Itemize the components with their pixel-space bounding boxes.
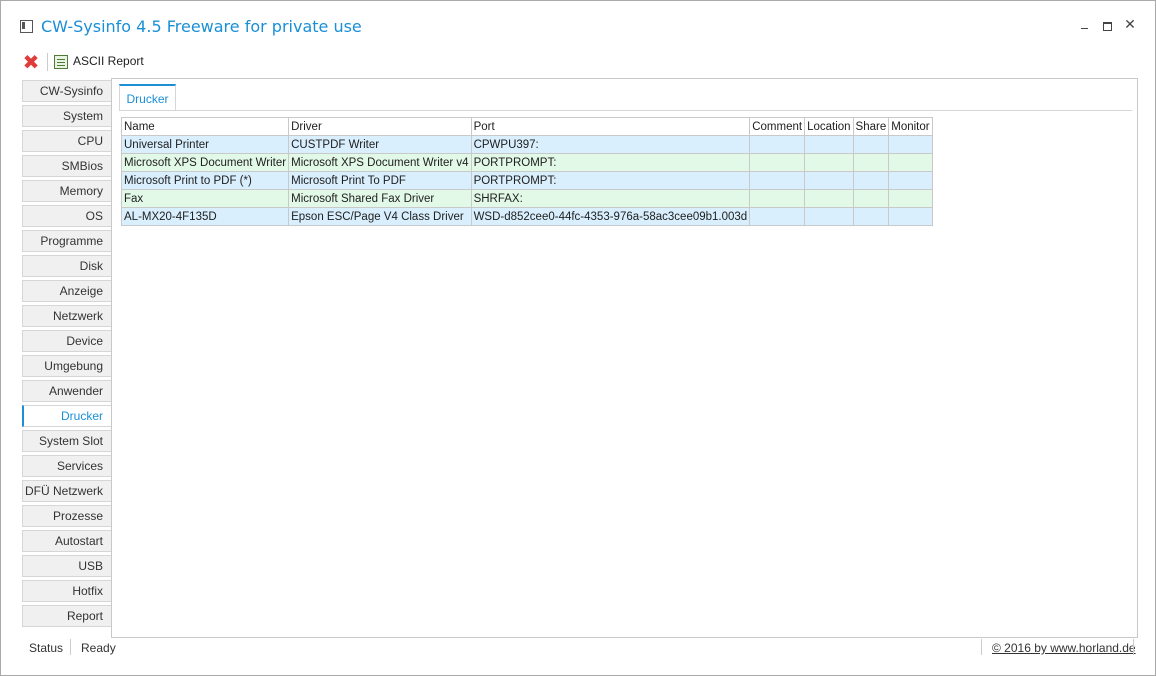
- table-cell: CPWPU397:: [470, 135, 751, 154]
- sidebar-item-anwender[interactable]: Anwender: [22, 380, 112, 402]
- sidebar-item-cpu[interactable]: CPU: [22, 130, 112, 152]
- column-header-comment[interactable]: Comment: [749, 117, 806, 136]
- status-label: Status: [29, 641, 64, 655]
- column-header-driver[interactable]: Driver: [288, 117, 472, 136]
- table-row[interactable]: AL-MX20-4F135D Epson ESC/Page V4 Class Dr…: [120, 207, 933, 226]
- sidebar-item-cw-sysinfo[interactable]: CW-Sysinfo: [22, 80, 112, 102]
- toolbar-separator: [47, 53, 48, 71]
- window-title: CW-Sysinfo 4.5 Freeware for private use: [41, 17, 362, 36]
- table-row[interactable]: Fax Microsoft Shared Fax Driver SHRFAX:: [120, 189, 933, 208]
- table-cell: AL-MX20-4F135D: [120, 207, 290, 226]
- table-row[interactable]: Microsoft Print to PDF (*) Microsoft Prin…: [120, 171, 933, 190]
- status-separator: [1133, 639, 1134, 655]
- sidebar-item-services[interactable]: Services: [22, 455, 112, 477]
- sidebar-item-autostart[interactable]: Autostart: [22, 530, 112, 552]
- sidebar-item-anzeige[interactable]: Anzeige: [22, 280, 112, 302]
- sidebar-item-memory[interactable]: Memory: [22, 180, 112, 202]
- table-cell: PORTPROMPT:: [470, 153, 751, 172]
- maximize-button[interactable]: [1102, 19, 1114, 31]
- table-cell: [852, 135, 890, 154]
- red-x-icon[interactable]: ✖: [21, 52, 41, 72]
- table-row[interactable]: Microsoft XPS Document Writer Microsoft X…: [120, 153, 933, 172]
- tab-drucker[interactable]: Drucker: [119, 84, 176, 110]
- sidebar-item-os[interactable]: OS: [22, 205, 112, 227]
- column-header-name[interactable]: Name: [120, 117, 290, 136]
- sidebar-item-df-netzwerk[interactable]: DFÜ Netzwerk: [22, 480, 112, 502]
- table-cell: [888, 207, 933, 226]
- sidebar-item-drucker[interactable]: Drucker: [22, 405, 112, 427]
- status-separator: [981, 639, 982, 655]
- sidebar-item-disk[interactable]: Disk: [22, 255, 112, 277]
- table-cell: [804, 135, 854, 154]
- title-bar: CW-Sysinfo 4.5 Freeware for private use …: [1, 1, 1155, 45]
- main-panel: Drucker Name Driver Port Comment Location Sha…: [111, 78, 1138, 638]
- ascii-report-button[interactable]: ASCII Report: [73, 54, 144, 68]
- status-separator: [70, 639, 71, 655]
- table-cell: [888, 171, 933, 190]
- table-cell: CUSTPDF Writer: [288, 135, 472, 154]
- table-cell: Microsoft XPS Document Writer v4: [288, 153, 472, 172]
- copyright-link[interactable]: © 2016 by www.horland.de: [992, 641, 1136, 655]
- tab-strip-divider: [119, 110, 1132, 111]
- table-cell: [749, 153, 806, 172]
- column-header-location[interactable]: Location: [804, 117, 854, 136]
- table-cell: [888, 135, 933, 154]
- sidebar-item-system-slot[interactable]: System Slot: [22, 430, 112, 452]
- report-icon[interactable]: [54, 55, 68, 69]
- table-cell: [804, 207, 854, 226]
- table-cell: [804, 189, 854, 208]
- sidebar-item-smbios[interactable]: SMBios: [22, 155, 112, 177]
- table-cell: [804, 171, 854, 190]
- sidebar-item-netzwerk[interactable]: Netzwerk: [22, 305, 112, 327]
- table-cell: [749, 189, 806, 208]
- column-header-share[interactable]: Share: [852, 117, 890, 136]
- sidebar-item-hotfix[interactable]: Hotfix: [22, 580, 112, 602]
- table-cell: [852, 189, 890, 208]
- table-header-row: Name Driver Port Comment Location Share Monito…: [120, 117, 933, 136]
- table-cell: [888, 189, 933, 208]
- table-cell: Universal Printer: [120, 135, 290, 154]
- app-icon: [20, 20, 33, 33]
- sidebar-nav: CW-Sysinfo System CPU SMBios Memory OS Program…: [22, 80, 112, 630]
- table-row[interactable]: Universal Printer CUSTPDF Writer CPWPU397:: [120, 135, 933, 154]
- table-cell: [852, 171, 890, 190]
- table-cell: [804, 153, 854, 172]
- sidebar-item-prozesse[interactable]: Prozesse: [22, 505, 112, 527]
- table-cell: Microsoft Print to PDF (*): [120, 171, 290, 190]
- toolbar: ✖ ASCII Report: [1, 49, 601, 75]
- sidebar-item-usb[interactable]: USB: [22, 555, 112, 577]
- status-value: Ready: [81, 641, 116, 655]
- table-cell: Microsoft Shared Fax Driver: [288, 189, 472, 208]
- table-cell: [749, 135, 806, 154]
- table-cell: Epson ESC/Page V4 Class Driver: [288, 207, 472, 226]
- table-cell: Microsoft Print To PDF: [288, 171, 472, 190]
- app-window: CW-Sysinfo 4.5 Freeware for private use …: [0, 0, 1156, 676]
- table-cell: WSD-d852cee0-44fc-4353-976a-58ac3cee09b1…: [470, 207, 751, 226]
- sidebar-item-system[interactable]: System: [22, 105, 112, 127]
- table-cell: [852, 207, 890, 226]
- sidebar-item-report[interactable]: Report: [22, 605, 112, 627]
- sidebar-item-programme[interactable]: Programme: [22, 230, 112, 252]
- table-cell: [852, 153, 890, 172]
- close-window-button[interactable]: ✕: [1124, 18, 1136, 32]
- table-cell: Fax: [120, 189, 290, 208]
- printer-table: Name Driver Port Comment Location Share Monito…: [120, 117, 933, 226]
- status-bar: Status Ready © 2016 by www.horland.de: [1, 637, 1155, 659]
- sidebar-item-umgebung[interactable]: Umgebung: [22, 355, 112, 377]
- column-header-port[interactable]: Port: [470, 117, 751, 136]
- table-cell: [749, 171, 806, 190]
- sidebar-item-device[interactable]: Device: [22, 330, 112, 352]
- table-cell: [888, 153, 933, 172]
- table-cell: Microsoft XPS Document Writer: [120, 153, 290, 172]
- table-cell: PORTPROMPT:: [470, 171, 751, 190]
- minimize-button[interactable]: [1079, 19, 1091, 31]
- table-cell: SHRFAX:: [470, 189, 751, 208]
- column-header-monitor[interactable]: Monitor: [888, 117, 933, 136]
- table-cell: [749, 207, 806, 226]
